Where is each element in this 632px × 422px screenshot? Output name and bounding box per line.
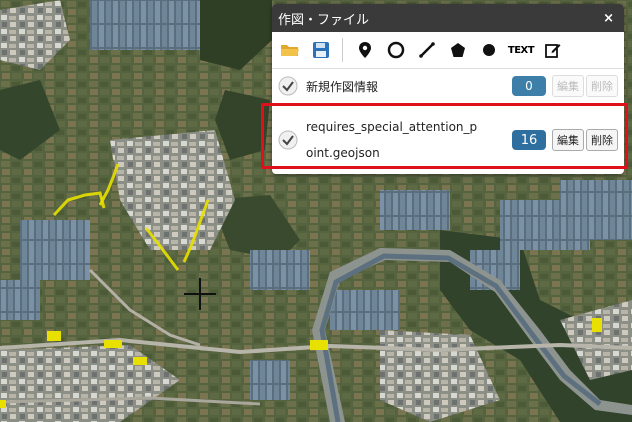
layer-row-geojson[interactable]: requires_special_attention_p oint.geojso… (272, 109, 624, 171)
edit-button[interactable]: 編集 (552, 129, 584, 151)
layer-name: 新規作図情報 (306, 79, 379, 94)
dot-icon[interactable] (475, 36, 503, 64)
panel-header: 作図・ファイル × (272, 4, 624, 32)
feature-count-badge: 0 (512, 76, 546, 96)
toolbar-separator (342, 38, 343, 62)
crosshair-vertical (199, 278, 201, 310)
polygon-icon[interactable] (444, 36, 472, 64)
map-center-crosshair (184, 278, 216, 310)
edit-icon[interactable] (539, 36, 567, 64)
circle-icon[interactable] (382, 36, 410, 64)
line-icon[interactable] (413, 36, 441, 64)
delete-button[interactable]: 削除 (586, 129, 618, 151)
panel-title: 作図・ファイル (278, 12, 370, 28)
checkmark-icon[interactable] (278, 76, 298, 96)
feature-count-badge: 16 (512, 130, 546, 150)
layer-name: requires_special_attention_p oint.geojso… (306, 114, 512, 166)
layer-row-new-drawing[interactable]: 新規作図情報 0 編集 削除 (272, 71, 624, 101)
text-tool[interactable]: TEXT (506, 36, 536, 64)
layer-name-line2: oint.geojson (306, 146, 380, 160)
delete-button[interactable]: 削除 (586, 75, 618, 97)
drawing-toolbar: TEXT (272, 32, 624, 69)
drawing-file-panel: 作図・ファイル × TEXT 新規作図情報 0 編集 削除 requires_s… (272, 4, 624, 174)
point-marker-icon[interactable] (351, 36, 379, 64)
open-folder-icon[interactable] (276, 36, 304, 64)
save-icon[interactable] (307, 36, 335, 64)
close-button[interactable]: × (603, 11, 614, 26)
checkmark-icon[interactable] (278, 130, 298, 150)
layer-name-line1: requires_special_attention_p (306, 120, 478, 134)
edit-button[interactable]: 編集 (552, 75, 584, 97)
